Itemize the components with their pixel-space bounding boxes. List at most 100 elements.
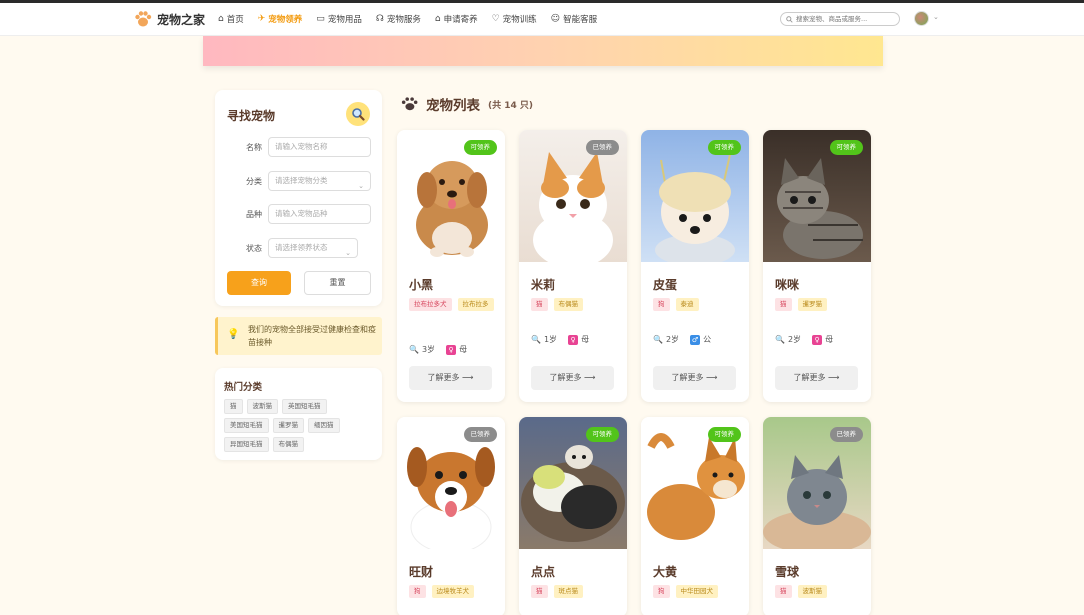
pet-card[interactable]: 已领养 雪球 猫 波斯猫 — [763, 417, 871, 615]
name-input[interactable]: 请输入宠物名称 — [268, 137, 371, 157]
status-badge: 可领养 — [463, 140, 497, 155]
pet-name: 点点 — [531, 565, 556, 579]
learn-more-button[interactable]: 了解更多 ⟶ — [653, 366, 736, 390]
pet-list-header: 宠物列表 (共 14 只) — [400, 94, 533, 114]
top-navbar: 宠物之家 ⌂ 首页 ✈ 宠物领养 ▭ 宠物用品 ☊ 宠物服务 ⌂ 申请寄养 ♡ 宠物训练 ☺… — [0, 3, 1084, 36]
menu-item-home[interactable]: ⌂ 首页 — [218, 13, 244, 25]
hot-tag[interactable]: 波斯猫 — [246, 399, 278, 414]
pet-age: 3岁 — [421, 345, 436, 354]
pet-list-title: 宠物列表 — [426, 98, 480, 114]
search-icon — [786, 15, 793, 23]
menu-item-support[interactable]: ☺ 智能客服 — [551, 13, 597, 25]
pet-tags: 猫 布偶猫 — [531, 298, 621, 311]
pet-tags: 猫 波斯猫 — [775, 585, 865, 598]
paw-icon — [401, 97, 418, 111]
menu-item-boarding[interactable]: ⌂ 申请寄养 — [435, 13, 478, 25]
magnifier-icon: 🔍 — [775, 335, 785, 344]
pet-card[interactable]: 已领养 旺财 狗 边境牧羊犬 — [397, 417, 505, 615]
pet-tag: 狗 — [409, 585, 426, 598]
hot-tag[interactable]: 缅因猫 — [308, 418, 340, 433]
learn-more-button[interactable]: 了解更多 ⟶ — [531, 366, 614, 390]
search-input[interactable] — [796, 15, 896, 23]
pet-tag: 猫 — [775, 298, 792, 311]
menu-item-supplies[interactable]: ▭ 宠物用品 — [316, 13, 362, 25]
pet-name: 大黄 — [653, 565, 678, 579]
menu-label: 申请寄养 — [443, 15, 478, 25]
main-menu: ⌂ 首页 ✈ 宠物领养 ▭ 宠物用品 ☊ 宠物服务 ⌂ 申请寄养 ♡ 宠物训练 ☺ 智能客服 — [218, 3, 597, 35]
pet-tags: 猫 暹罗猫 — [775, 298, 865, 311]
pet-card[interactable]: 可领养 皮蛋 狗 泰迪 🔍 2岁 ♂ 公 了解更多 ⟶ — [641, 130, 749, 402]
pet-gender: 公 — [703, 335, 712, 344]
menu-label: 宠物用品 — [327, 15, 362, 25]
menu-item-training[interactable]: ♡ 宠物训练 — [492, 13, 537, 25]
status-badge: 已领养 — [585, 140, 619, 155]
filter-row-category: 分类 请选择宠物分类 ⌄ — [215, 171, 382, 191]
pet-meta: 🔍 2岁 ♂ 公 — [653, 334, 711, 345]
user-avatar[interactable] — [914, 11, 929, 26]
hot-tag[interactable]: 异国短毛猫 — [224, 437, 269, 452]
pet-name: 小黑 — [409, 278, 434, 292]
pet-tag: 狗 — [653, 298, 670, 311]
hot-tag[interactable]: 美国短毛猫 — [224, 418, 269, 433]
pet-name: 咪咪 — [775, 278, 800, 292]
reset-button[interactable]: 重置 — [304, 271, 371, 295]
trophy-icon: ♡ — [491, 14, 500, 24]
pet-card[interactable]: 已领养 米莉 猫 布偶猫 🔍 1岁 ♀ 母 了解更多 ⟶ — [519, 130, 627, 402]
hot-tag-list: 猫 波斯猫 英国短毛猫 美国短毛猫 暹罗猫 缅因猫 异国短毛猫 布偶猫 — [224, 399, 374, 452]
status-badge: 可领养 — [707, 140, 741, 155]
hot-categories-title: 热门分类 — [224, 382, 263, 393]
status-badge: 已领养 — [463, 427, 497, 442]
hot-tag[interactable]: 英国短毛猫 — [282, 399, 327, 414]
learn-more-button[interactable]: 了解更多 ⟶ — [409, 366, 492, 390]
pet-meta: 🔍 3岁 ♀ 母 — [409, 344, 467, 355]
hot-tag[interactable]: 猫 — [224, 399, 243, 414]
pet-age: 2岁 — [665, 335, 680, 344]
pet-tag: 中华田园犬 — [675, 585, 718, 598]
pet-card[interactable]: 可领养 咪咪 猫 暹罗猫 🔍 2岁 ♀ 母 了解更多 ⟶ — [763, 130, 871, 402]
chevron-down-icon: ⌄ — [345, 249, 351, 257]
hot-tag[interactable]: 布偶猫 — [272, 437, 304, 452]
pet-tags: 狗 泰迪 — [653, 298, 743, 311]
pet-tag: 暹罗猫 — [797, 298, 827, 311]
menu-label: 宠物领养 — [268, 15, 303, 25]
pet-card[interactable]: 可领养 小黑 拉布拉多犬 拉布拉多 🔍 3岁 ♀ 母 了解更多 ⟶ — [397, 130, 505, 402]
status-badge: 已领养 — [829, 427, 863, 442]
tip-text: 我们的宠物全部接受过健康检查和疫苗接种 — [248, 325, 376, 347]
pet-tag: 狗 — [653, 585, 670, 598]
learn-more-button[interactable]: 了解更多 ⟶ — [775, 366, 858, 390]
page-banner — [203, 36, 883, 66]
menu-item-adoption[interactable]: ✈ 宠物领养 — [258, 13, 303, 25]
pet-tags: 拉布拉多犬 拉布拉多 — [409, 298, 499, 311]
shop-icon: ▭ — [316, 14, 325, 24]
name-label: 名称 — [246, 143, 262, 152]
status-badge: 可领养 — [829, 140, 863, 155]
query-button[interactable]: 查询 — [227, 271, 291, 295]
site-logo[interactable]: 宠物之家 — [133, 9, 205, 29]
hot-categories-panel: 热门分类 猫 波斯猫 英国短毛猫 美国短毛猫 暹罗猫 缅因猫 异国短毛猫 布偶猫 — [215, 368, 382, 460]
pet-meta: 🔍 1岁 ♀ 母 — [531, 334, 589, 345]
menu-label: 宠物服务 — [386, 15, 421, 25]
pet-name: 皮蛋 — [653, 278, 678, 292]
chevron-down-icon[interactable]: ⌄ — [933, 13, 939, 21]
category-select[interactable]: 请选择宠物分类 ⌄ — [268, 171, 371, 191]
pet-tags: 狗 边境牧羊犬 — [409, 585, 499, 598]
menu-item-services[interactable]: ☊ 宠物服务 — [376, 13, 421, 25]
health-tip: 💡 我们的宠物全部接受过健康检查和疫苗接种 — [215, 317, 382, 355]
female-icon: ♀ — [568, 334, 579, 345]
pet-card[interactable]: 可领养 大黄 狗 中华田园犬 — [641, 417, 749, 615]
menu-label: 宠物训练 — [502, 15, 537, 25]
status-select[interactable]: 请选择领养状态 ⌄ — [268, 238, 358, 258]
breed-label: 品种 — [246, 210, 262, 219]
pet-gender: 母 — [581, 335, 590, 344]
lightbulb-icon: 💡 — [227, 329, 240, 340]
female-icon: ♀ — [812, 334, 823, 345]
category-placeholder: 请选择宠物分类 — [275, 176, 328, 185]
pet-tag: 布偶猫 — [553, 298, 583, 311]
pet-tag: 拉布拉多 — [457, 298, 494, 311]
category-label: 分类 — [246, 177, 262, 186]
pet-card[interactable]: 可领养 点点 猫 斑点猫 — [519, 417, 627, 615]
breed-input[interactable]: 请输入宠物品种 — [268, 204, 371, 224]
magnifier-icon: 🔍 — [409, 345, 419, 354]
hot-tag[interactable]: 暹罗猫 — [272, 418, 304, 433]
search-badge — [346, 102, 370, 126]
